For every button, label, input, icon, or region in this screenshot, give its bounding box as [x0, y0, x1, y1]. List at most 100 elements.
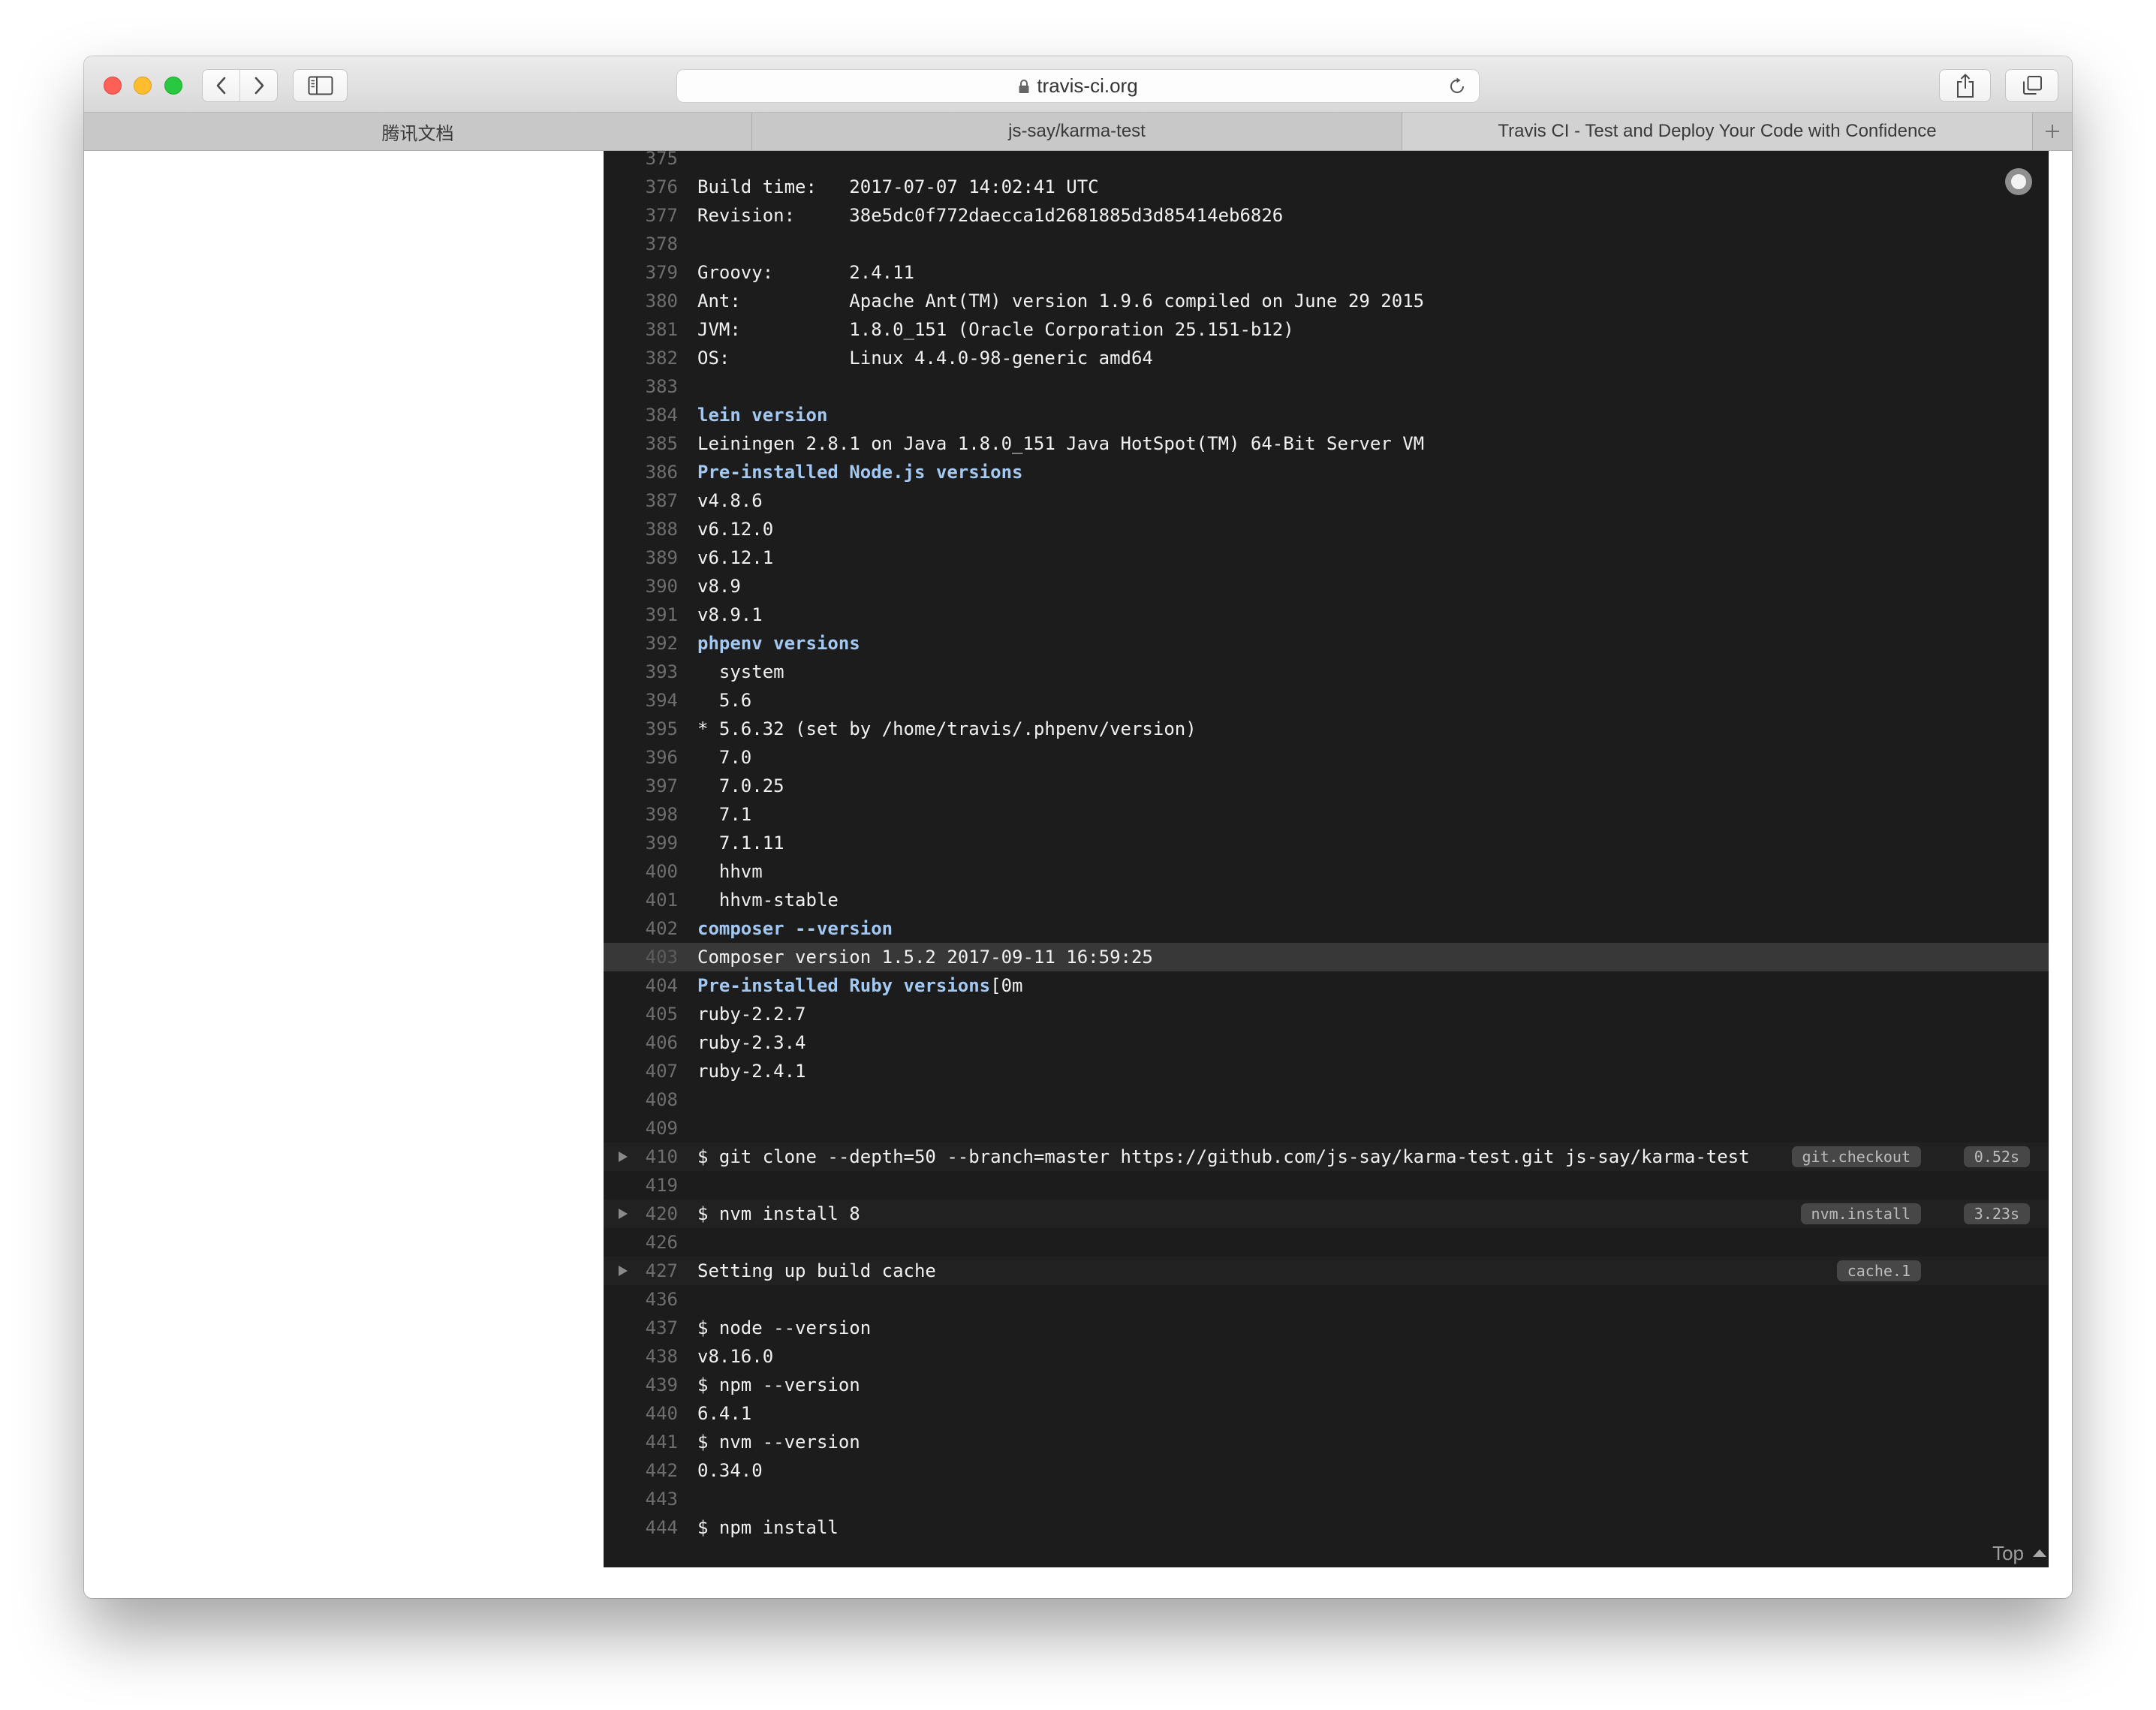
- line-number[interactable]: 381: [604, 315, 678, 344]
- line-number[interactable]: 386: [604, 458, 678, 486]
- log-section-heading: lein version: [697, 405, 828, 426]
- log-line: 440 6.4.1: [604, 1399, 2049, 1428]
- line-number[interactable]: 392: [604, 629, 678, 658]
- new-tab-button[interactable]: [2033, 113, 2072, 150]
- line-number[interactable]: 394: [604, 686, 678, 715]
- line-number[interactable]: 395: [604, 715, 678, 743]
- line-number[interactable]: 396: [604, 743, 678, 772]
- log-text: v8.9: [697, 576, 741, 597]
- line-number[interactable]: 439: [604, 1371, 678, 1399]
- log-text: ruby-2.4.1: [697, 1061, 806, 1082]
- line-number[interactable]: 405: [604, 1000, 678, 1028]
- line-number[interactable]: 378: [604, 230, 678, 258]
- line-number[interactable]: 402: [604, 914, 678, 943]
- minimize-window-icon[interactable]: [134, 77, 152, 95]
- close-window-icon[interactable]: [104, 77, 122, 95]
- line-number[interactable]: 403: [604, 943, 678, 971]
- tab-tencent-docs[interactable]: 腾讯文档: [84, 113, 752, 150]
- line-number[interactable]: 379: [604, 258, 678, 287]
- line-number[interactable]: 380: [604, 287, 678, 315]
- top-link-label: Top: [1992, 1541, 2024, 1564]
- line-number[interactable]: 409: [604, 1114, 678, 1143]
- log-line: 377 Revision: 38e5dc0f772daecca1d2681885d…: [604, 201, 2049, 230]
- sidebar-toggle-button[interactable]: [293, 69, 348, 102]
- log-line: 382 OS: Linux 4.4.0-98-generic amd64: [604, 344, 2049, 372]
- line-number[interactable]: 389: [604, 543, 678, 572]
- line-number[interactable]: 442: [604, 1456, 678, 1485]
- line-number[interactable]: 388: [604, 515, 678, 543]
- line-number[interactable]: 407: [604, 1057, 678, 1085]
- line-number[interactable]: 390: [604, 572, 678, 601]
- line-number[interactable]: 376: [604, 173, 678, 201]
- line-number[interactable]: 406: [604, 1028, 678, 1057]
- reload-icon[interactable]: [1447, 77, 1467, 96]
- sidebar-icon: [308, 76, 333, 95]
- zoom-window-icon[interactable]: [164, 77, 182, 95]
- log-text: Build time: 2017-07-07 14:02:41 UTC: [697, 176, 1099, 197]
- follow-log-toggle[interactable]: [2005, 168, 2032, 195]
- log-fold-row[interactable]: 410 $ git clone --depth=50 --branch=maste…: [604, 1143, 2049, 1171]
- caret-up-icon: [2033, 1549, 2046, 1557]
- address-bar[interactable]: travis-ci.org: [676, 69, 1480, 103]
- log-line: 387 v4.8.6: [604, 486, 2049, 515]
- back-button[interactable]: [203, 70, 239, 101]
- line-number[interactable]: 440: [604, 1399, 678, 1428]
- line-number[interactable]: 420: [604, 1200, 678, 1228]
- log-fold-row[interactable]: 427 Setting up build cache cache.1: [604, 1257, 2049, 1285]
- log-line: 395 * 5.6.32 (set by /home/travis/.phpenv…: [604, 715, 2049, 743]
- scroll-to-top-link[interactable]: Top: [1992, 1542, 2046, 1564]
- duration-badge: 3.23s: [1963, 1203, 2030, 1224]
- line-number[interactable]: 444: [604, 1513, 678, 1542]
- line-number[interactable]: 436: [604, 1285, 678, 1314]
- line-number[interactable]: 387: [604, 486, 678, 515]
- log-line: 397 7.0.25: [604, 772, 2049, 800]
- line-number[interactable]: 384: [604, 401, 678, 429]
- log-line-content: v8.9.1: [697, 601, 763, 629]
- log-line-content: $ git clone --depth=50 --branch=master h…: [697, 1143, 1750, 1171]
- forward-button[interactable]: [239, 70, 277, 101]
- log-line: 439 $ npm --version: [604, 1371, 2049, 1399]
- build-log-panel[interactable]: 375 376 Build time: 2017-07-07 14:02:41 UT…: [604, 151, 2049, 1567]
- line-number[interactable]: 399: [604, 829, 678, 857]
- tab-karma-test[interactable]: js-say/karma-test: [752, 113, 1402, 150]
- log-text: v8.9.1: [697, 604, 763, 625]
- line-number[interactable]: 400: [604, 857, 678, 886]
- share-button[interactable]: [1939, 69, 1991, 102]
- line-number[interactable]: 404: [604, 971, 678, 1000]
- line-number[interactable]: 382: [604, 344, 678, 372]
- line-number[interactable]: 397: [604, 772, 678, 800]
- line-number[interactable]: 437: [604, 1314, 678, 1342]
- tab-travis-ci[interactable]: Travis CI - Test and Deploy Your Code wi…: [1402, 113, 2033, 150]
- tab-title: Travis CI - Test and Deploy Your Code wi…: [1498, 121, 1937, 141]
- log-line: 408: [604, 1085, 2049, 1114]
- line-number[interactable]: 426: [604, 1228, 678, 1257]
- log-section-heading: composer --version: [697, 918, 893, 939]
- log-line: 409: [604, 1114, 2049, 1143]
- line-number[interactable]: 375: [604, 151, 678, 173]
- log-text: $ npm install: [697, 1517, 839, 1538]
- line-number[interactable]: 408: [604, 1085, 678, 1114]
- line-number[interactable]: 419: [604, 1171, 678, 1200]
- line-number[interactable]: 441: [604, 1428, 678, 1456]
- line-number[interactable]: 391: [604, 601, 678, 629]
- log-text: JVM: 1.8.0_151 (Oracle Corporation 25.15…: [697, 319, 1294, 340]
- line-number[interactable]: 443: [604, 1485, 678, 1513]
- tab-overview-button[interactable]: [2005, 69, 2058, 102]
- line-number[interactable]: 385: [604, 429, 678, 458]
- log-line: 381 JVM: 1.8.0_151 (Oracle Corporation 25…: [604, 315, 2049, 344]
- log-text: $ npm --version: [697, 1374, 860, 1395]
- line-number[interactable]: 383: [604, 372, 678, 401]
- log-line-content: Ant: Apache Ant(TM) version 1.9.6 compil…: [697, 287, 1424, 315]
- log-line: 388 v6.12.0: [604, 515, 2049, 543]
- line-number[interactable]: 427: [604, 1257, 678, 1285]
- url-text: travis-ci.org: [1037, 74, 1138, 97]
- line-number[interactable]: 438: [604, 1342, 678, 1371]
- line-number[interactable]: 393: [604, 658, 678, 686]
- line-number[interactable]: 398: [604, 800, 678, 829]
- line-number[interactable]: 410: [604, 1143, 678, 1171]
- log-fold-row[interactable]: 420 $ nvm install 8 nvm.install 3.23s: [604, 1200, 2049, 1228]
- line-number[interactable]: 377: [604, 201, 678, 230]
- line-number[interactable]: 401: [604, 886, 678, 914]
- log-line: 379 Groovy: 2.4.11: [604, 258, 2049, 287]
- log-text: 5.6: [697, 690, 752, 711]
